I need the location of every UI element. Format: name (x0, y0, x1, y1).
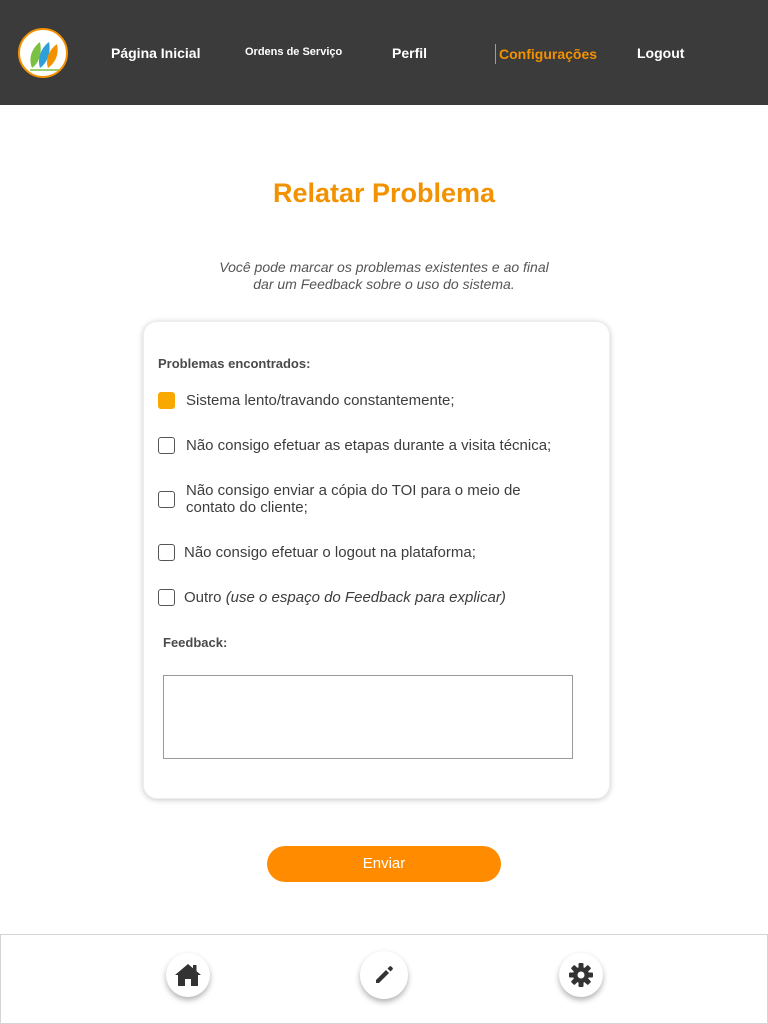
nav-home-link[interactable]: Página Inicial (111, 45, 200, 61)
option-label: Não consigo enviar a cópia do TOI para o… (186, 482, 521, 516)
page-subtitle: Você pode marcar os problemas existentes… (219, 259, 549, 292)
page-title: Relatar Problema (272, 178, 496, 208)
problem-option-logout[interactable]: Não consigo efetuar o logout na platafor… (158, 544, 564, 561)
nav-orders-link[interactable]: Ordens de Serviço (245, 46, 342, 58)
option-other-note: (use o espaço do Feedback para explicar) (225, 589, 506, 606)
leaf-logo-icon (30, 42, 60, 71)
bottom-edit-button[interactable] (360, 951, 408, 999)
option-label: Não consigo efetuar o logout na platafor… (184, 544, 476, 561)
checkbox-logout[interactable] (158, 544, 175, 561)
nav-settings-link[interactable]: Configurações (495, 44, 597, 64)
nav-profile-link[interactable]: Perfil (392, 45, 427, 61)
problems-label: Problemas encontrados: (158, 356, 311, 371)
bottom-settings-button[interactable] (559, 953, 603, 997)
option-label: Outro (use o espaço do Feedback para exp… (184, 589, 564, 606)
option-label: Não consigo efetuar as etapas durante a … (186, 437, 552, 454)
home-icon (175, 964, 201, 986)
submit-button[interactable]: Enviar (267, 846, 501, 882)
problem-option-toi-copy[interactable]: Não consigo enviar a cópia do TOI para o… (158, 482, 546, 516)
company-logo[interactable] (18, 28, 68, 78)
nav-logout-link[interactable]: Logout (637, 45, 684, 61)
checkbox-slow-system[interactable] (158, 392, 175, 409)
option-label: Sistema lento/travando constantemente; (186, 392, 455, 409)
feedback-textarea[interactable] (163, 675, 573, 759)
option-other-label: Outro (184, 589, 222, 606)
report-problem-card: Problemas encontrados: Sistema lento/tra… (143, 321, 610, 799)
top-navbar: Página Inicial Ordens de Serviço Perfil … (0, 0, 768, 105)
pencil-icon (376, 966, 393, 983)
checkbox-visit-steps[interactable] (158, 437, 175, 454)
checkbox-toi-copy[interactable] (158, 491, 175, 508)
checkbox-other[interactable] (158, 589, 175, 606)
problem-option-slow-system[interactable]: Sistema lento/travando constantemente; (158, 392, 566, 409)
bottom-home-button[interactable] (166, 953, 210, 997)
feedback-label: Feedback: (163, 635, 228, 650)
problem-option-visit-steps[interactable]: Não consigo efetuar as etapas durante a … (158, 437, 566, 454)
gear-icon (569, 963, 593, 987)
problem-option-other[interactable]: Outro (use o espaço do Feedback para exp… (158, 589, 564, 606)
